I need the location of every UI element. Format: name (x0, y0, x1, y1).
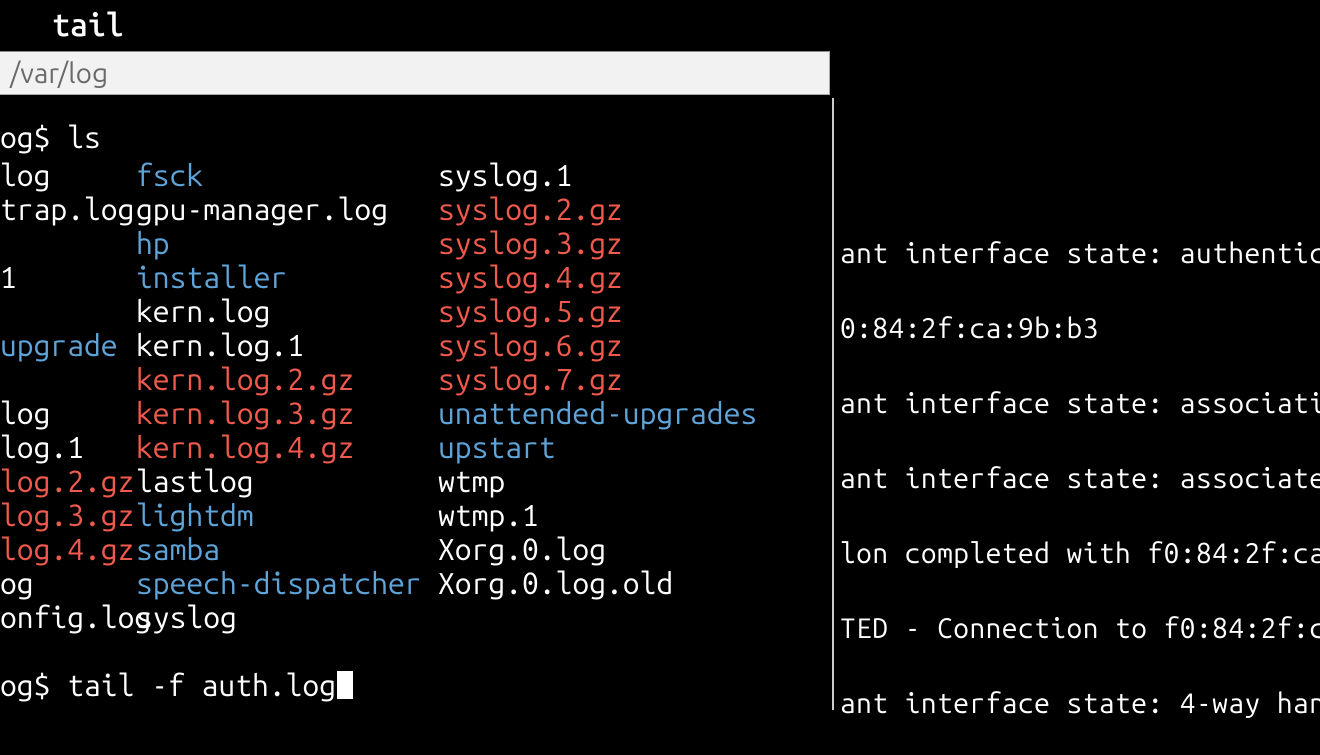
log-line: TED - Connection to f0:84:2f:ca (840, 605, 1320, 652)
window-tab-title: tail (52, 7, 124, 43)
log-line: ant interface state: associated (840, 455, 1320, 502)
ls-column-3: syslog.1syslog.2.gzsyslog.3.gzsyslog.4.g… (438, 158, 757, 634)
path-text: /var/log (10, 58, 108, 89)
file-entry: syslog.1 (438, 158, 757, 192)
file-entry: kern.log.4.gz (136, 430, 422, 464)
file-entry: log.1 (0, 430, 151, 464)
file-entry (0, 226, 151, 260)
file-entry: kern.log (136, 294, 422, 328)
file-entry: syslog.3.gz (438, 226, 757, 260)
file-entry: log.2.gz (0, 464, 151, 498)
log-line: lon completed with f0:84:2f:ca: (840, 530, 1320, 577)
file-entry: kern.log.2.gz (136, 362, 422, 396)
file-entry: wtmp.1 (438, 498, 757, 532)
file-entry: 1 (0, 260, 151, 294)
file-entry: log.4.gz (0, 532, 151, 566)
file-entry: kern.log.1 (136, 328, 422, 362)
file-entry: lightdm (136, 498, 422, 532)
command-tail: tail -f auth.log (50, 668, 336, 702)
file-entry: syslog.5.gz (438, 294, 757, 328)
file-entry: hp (136, 226, 422, 260)
file-entry: samba (136, 532, 422, 566)
cursor-block (337, 671, 353, 699)
file-entry: syslog.7.gz (438, 362, 757, 396)
path-bar[interactable]: /var/log (0, 51, 830, 95)
file-entry: log.3.gz (0, 498, 151, 532)
file-entry (0, 294, 151, 328)
log-line: ant interface state: associating (840, 380, 1320, 427)
file-entry: Xorg.0.log (438, 532, 757, 566)
file-entry: trap.log (0, 192, 151, 226)
file-entry: installer (136, 260, 422, 294)
file-entry: syslog.2.gz (438, 192, 757, 226)
file-entry: Xorg.0.log.old (438, 566, 757, 600)
ls-output: logtrap.log1upgradeloglog.1log.2.gzlog.3… (0, 98, 832, 710)
file-entry: log (0, 396, 151, 430)
file-entry: unattended-upgrades (438, 396, 757, 430)
file-entry: syslog.4.gz (438, 260, 757, 294)
prompt-line-2[interactable]: og$ tail -f auth.log (0, 668, 353, 702)
file-entry: speech-dispatcher (136, 566, 422, 600)
file-entry: log (0, 158, 151, 192)
log-line: ant interface state: 4-way hand (840, 680, 1320, 727)
log-line: 0:84:2f:ca:9b:b3 (840, 305, 1320, 352)
file-entry: lastlog (136, 464, 422, 498)
file-entry: upgrade (0, 328, 151, 362)
background-log-lines: ant interface state: authentica 0:84:2f:… (840, 230, 1320, 755)
terminal-window[interactable]: tail /var/log og$ ls logtrap.log1upgrade… (0, 10, 834, 710)
file-entry: syslog (136, 600, 422, 634)
file-entry: fsck (136, 158, 422, 192)
file-entry: og (0, 566, 151, 600)
file-entry: onfig.log (0, 600, 151, 634)
file-entry: syslog.6.gz (438, 328, 757, 362)
file-entry: wtmp (438, 464, 757, 498)
ls-column-2: fsckgpu-manager.loghpinstallerkern.logke… (136, 158, 422, 634)
file-entry (438, 600, 757, 634)
file-entry: gpu-manager.log (136, 192, 422, 226)
log-line: ant interface state: authentica (840, 230, 1320, 277)
prompt-host: og$ (0, 668, 50, 702)
file-entry: kern.log.3.gz (136, 396, 422, 430)
file-entry (0, 362, 151, 396)
terminal-body[interactable]: og$ ls logtrap.log1upgradeloglog.1log.2.… (0, 98, 834, 710)
ls-column-1: logtrap.log1upgradeloglog.1log.2.gzlog.3… (0, 158, 151, 634)
file-entry: upstart (438, 430, 757, 464)
